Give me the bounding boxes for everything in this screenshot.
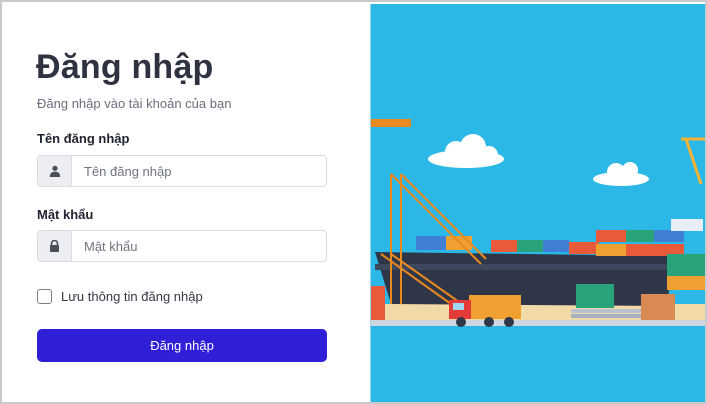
remember-checkbox[interactable] (37, 289, 52, 304)
user-icon (38, 156, 72, 186)
username-label: Tên đăng nhập (37, 131, 130, 146)
page-title: Đăng nhập (36, 48, 214, 86)
password-input[interactable] (72, 231, 326, 261)
username-input[interactable] (72, 156, 326, 186)
page-subtitle: Đăng nhập vào tài khoản của bạn (37, 96, 232, 111)
password-label: Mật khẩu (37, 207, 94, 222)
port-scene-image (371, 4, 705, 402)
password-input-group (37, 230, 327, 262)
port-illustration (370, 4, 705, 402)
remember-label: Lưu thông tin đăng nhập (61, 289, 203, 304)
login-panel: Đăng nhập Đăng nhập vào tài khoản của bạ… (4, 4, 370, 402)
username-input-group (37, 155, 327, 187)
remember-me[interactable]: Lưu thông tin đăng nhập (37, 289, 203, 304)
lock-icon (38, 231, 72, 261)
login-button[interactable]: Đăng nhập (37, 329, 327, 362)
login-window: Đăng nhập Đăng nhập vào tài khoản của bạ… (0, 0, 707, 404)
